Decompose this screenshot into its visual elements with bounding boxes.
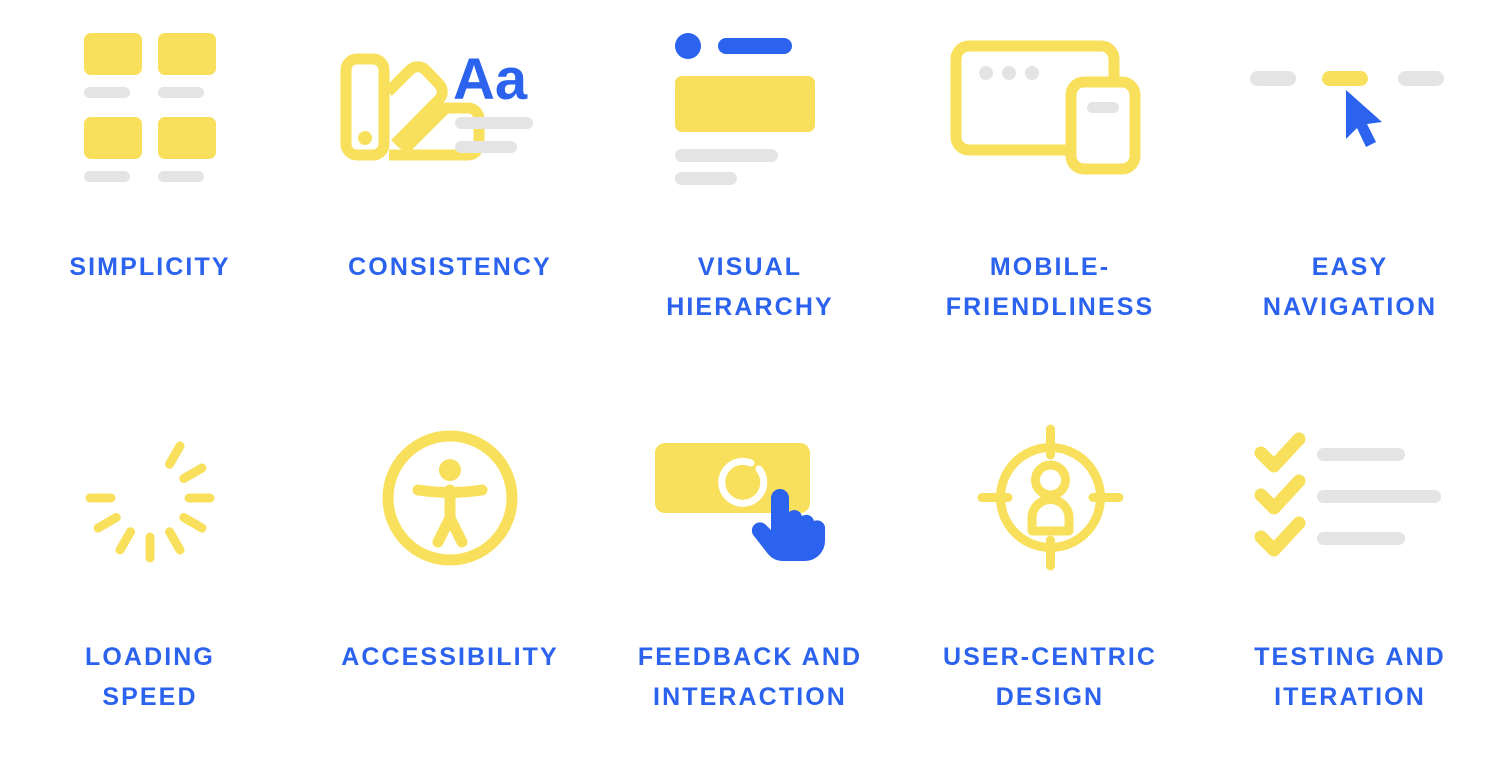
card-label-accessibility: Accessibility (341, 643, 559, 671)
card-label-simplicity: Simplicity (69, 253, 231, 281)
color-swatch-typography-icon: Aa (300, 0, 600, 215)
layout-hierarchy-icon (600, 0, 900, 215)
card-visual-hierarchy[interactable]: Visual Hierarchy (600, 0, 900, 390)
card-simplicity[interactable]: Simplicity (0, 0, 300, 390)
checklist-icon (1200, 390, 1500, 605)
card-easy-navigation[interactable]: Easy Navigation (1200, 0, 1500, 390)
card-user-centric-design[interactable]: User-Centric Design (900, 390, 1200, 780)
infographic-board: Simplicity Aa Consistency (0, 0, 1500, 780)
grid-tiles-icon (0, 0, 300, 215)
card-accessibility[interactable]: Accessibility (300, 390, 600, 780)
card-label-loading-speed: Loading Speed (85, 643, 215, 711)
spinner-icon (0, 390, 300, 605)
menu-cursor-icon (1200, 0, 1500, 215)
card-label-testing-and-iteration: Testing and Iteration (1254, 643, 1446, 711)
card-mobile-friendliness[interactable]: Mobile- Friendliness (900, 0, 1200, 390)
card-checklist[interactable]: Testing and Iteration (1200, 390, 1500, 780)
button-tap-loading-icon (600, 390, 900, 605)
card-label-mobile-friendliness: Mobile- Friendliness (945, 253, 1155, 321)
principles-grid: Simplicity Aa Consistency (0, 0, 1500, 780)
card-label-visual-hierarchy: Visual Hierarchy (666, 253, 834, 321)
accessibility-icon (300, 390, 600, 605)
card-consistency[interactable]: Aa Consistency (300, 0, 600, 390)
target-user-icon (900, 390, 1200, 605)
card-label-feedback-and-interaction: Feedback and Interaction (637, 643, 863, 711)
card-label-user-centric-design: User-Centric Design (942, 643, 1158, 711)
card-loading-speed[interactable]: Loading Speed (0, 390, 300, 780)
card-feedback-and-interaction[interactable]: Feedback and Interaction (600, 390, 900, 780)
card-label-easy-navigation: Easy Navigation (1262, 253, 1438, 321)
card-label-consistency: Consistency (348, 253, 552, 281)
desktop-mobile-icon (900, 0, 1200, 215)
typography-sample-text: Aa (453, 47, 528, 112)
